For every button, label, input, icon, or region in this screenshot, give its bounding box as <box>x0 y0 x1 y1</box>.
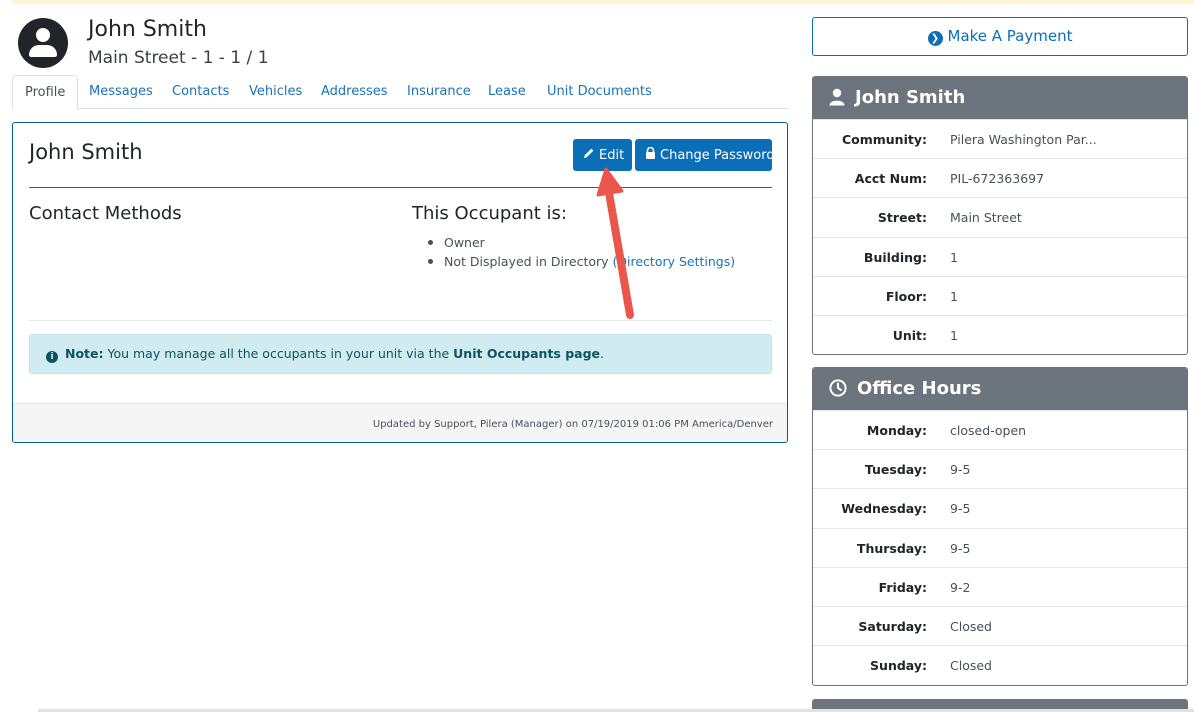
section-divider <box>29 320 772 321</box>
row-label: Tuesday: <box>864 462 927 478</box>
info-row-community: Community: Pilera Washington Par... <box>813 119 1187 158</box>
row-label: Saturday: <box>858 618 927 634</box>
info-row-unit: Unit: 1 <box>813 314 1187 354</box>
top-banner <box>12 0 1194 4</box>
card-title: John Smith <box>29 140 143 164</box>
occupant-status-list: Owner Not Displayed in Directory (Direct… <box>427 233 735 271</box>
info-note: i Note: You may manage all the occupants … <box>29 334 772 374</box>
change-password-button[interactable]: Change Password <box>635 139 775 171</box>
make-payment-label: Make A Payment <box>947 27 1073 45</box>
profile-card: John Smith Edit Change Password Contact … <box>12 122 788 443</box>
contact-methods-heading: Contact Methods <box>29 203 182 224</box>
tab-messages[interactable]: Messages <box>77 75 165 109</box>
hours-row-tuesday: Tuesday: 9-5 <box>813 449 1187 488</box>
hours-row-friday: Friday: 9-2 <box>813 566 1187 606</box>
row-label: Friday: <box>878 579 927 595</box>
row-value: closed-open <box>950 423 1027 438</box>
user-avatar-icon <box>18 18 68 68</box>
tab-lease[interactable]: Lease <box>476 75 538 109</box>
note-end: . <box>600 346 605 361</box>
hours-row-monday: Monday: closed-open <box>813 410 1187 449</box>
row-value: 1 <box>950 327 958 343</box>
tab-vehicles[interactable]: Vehicles <box>237 75 314 109</box>
row-label: Unit: <box>892 327 927 343</box>
card-footer: Updated by Support, Pilera (Manager) on … <box>13 403 787 442</box>
row-label: Thursday: <box>856 540 927 556</box>
tab-contacts[interactable]: Contacts <box>160 75 241 109</box>
row-value: 9-5 <box>950 501 971 517</box>
note-label: Note: <box>65 346 104 361</box>
row-value: Pilera Washington Par... <box>950 132 1097 147</box>
occupant-directory-status: Not Displayed in Directory <box>444 254 609 269</box>
row-value: Closed <box>950 618 992 634</box>
user-icon <box>829 80 845 122</box>
annotation-arrow-icon <box>596 167 634 319</box>
edit-button-label: Edit <box>599 148 625 163</box>
row-value: 9-5 <box>950 540 971 556</box>
row-label: Building: <box>863 249 927 265</box>
row-value: 1 <box>950 288 958 304</box>
info-icon: i <box>46 351 58 363</box>
panel-title: John Smith <box>855 87 966 108</box>
row-label: Wednesday: <box>841 501 927 517</box>
hours-row-saturday: Saturday: Closed <box>813 605 1187 645</box>
office-hours-panel: Office Hours Monday: closed-open Tuesday:… <box>812 367 1188 686</box>
row-label: Floor: <box>885 288 927 304</box>
info-row-floor: Floor: 1 <box>813 275 1187 315</box>
tab-profile[interactable]: Profile <box>12 75 79 110</box>
clock-icon <box>829 371 847 413</box>
info-row-building: Building: 1 <box>813 236 1187 276</box>
hours-row-wednesday: Wednesday: 9-5 <box>813 488 1187 527</box>
row-value: Main Street <box>950 210 1022 226</box>
change-password-label: Change Password <box>660 148 775 163</box>
row-label: Acct Num: <box>854 171 927 187</box>
tab-unit-documents[interactable]: Unit Documents <box>535 75 664 109</box>
hours-row-sunday: Sunday: Closed <box>813 645 1187 684</box>
occupant-owner: Owner <box>444 235 485 250</box>
occupant-heading: This Occupant is: <box>412 203 567 224</box>
row-value: Closed <box>950 658 992 674</box>
info-row-acct-num: Acct Num: PIL-672363697 <box>813 158 1187 197</box>
card-divider <box>29 187 772 188</box>
panel-header: John Smith <box>813 77 1187 119</box>
updated-by-text: Updated by Support, Pilera (Manager) on … <box>372 419 773 430</box>
page-title: John Smith <box>88 17 207 42</box>
row-label: Community: <box>841 132 927 147</box>
profile-tabs: Profile Messages Contacts Vehicles Addre… <box>12 75 788 110</box>
row-label: Monday: <box>866 423 927 438</box>
row-label: Street: <box>877 210 927 226</box>
tab-insurance[interactable]: Insurance <box>395 75 483 109</box>
info-row-street: Street: Main Street <box>813 197 1187 236</box>
panel-title: Office Hours <box>857 378 982 399</box>
list-item: Not Displayed in Directory (Directory Se… <box>427 252 735 271</box>
row-value: PIL-672363697 <box>950 171 1045 187</box>
panel-header: Office Hours <box>813 368 1187 410</box>
chevron-right-circle-icon: ❯ <box>927 31 943 46</box>
row-label: Sunday: <box>870 658 927 674</box>
list-item: Owner <box>427 233 735 252</box>
row-value: 1 <box>950 249 958 265</box>
note-text: You may manage all the occupants in your… <box>103 346 454 361</box>
unit-occupants-link[interactable]: Unit Occupants page <box>453 346 600 361</box>
row-value: 9-2 <box>950 579 971 595</box>
row-value: 9-5 <box>950 462 971 478</box>
hours-row-thursday: Thursday: 9-5 <box>813 527 1187 567</box>
user-info-panel: John Smith Community: Pilera Washington P… <box>812 76 1188 355</box>
tab-addresses[interactable]: Addresses <box>309 75 400 109</box>
unit-subtitle: Main Street - 1 - 1 / 1 <box>88 48 269 68</box>
make-payment-button[interactable]: ❯ Make A Payment <box>812 17 1188 56</box>
